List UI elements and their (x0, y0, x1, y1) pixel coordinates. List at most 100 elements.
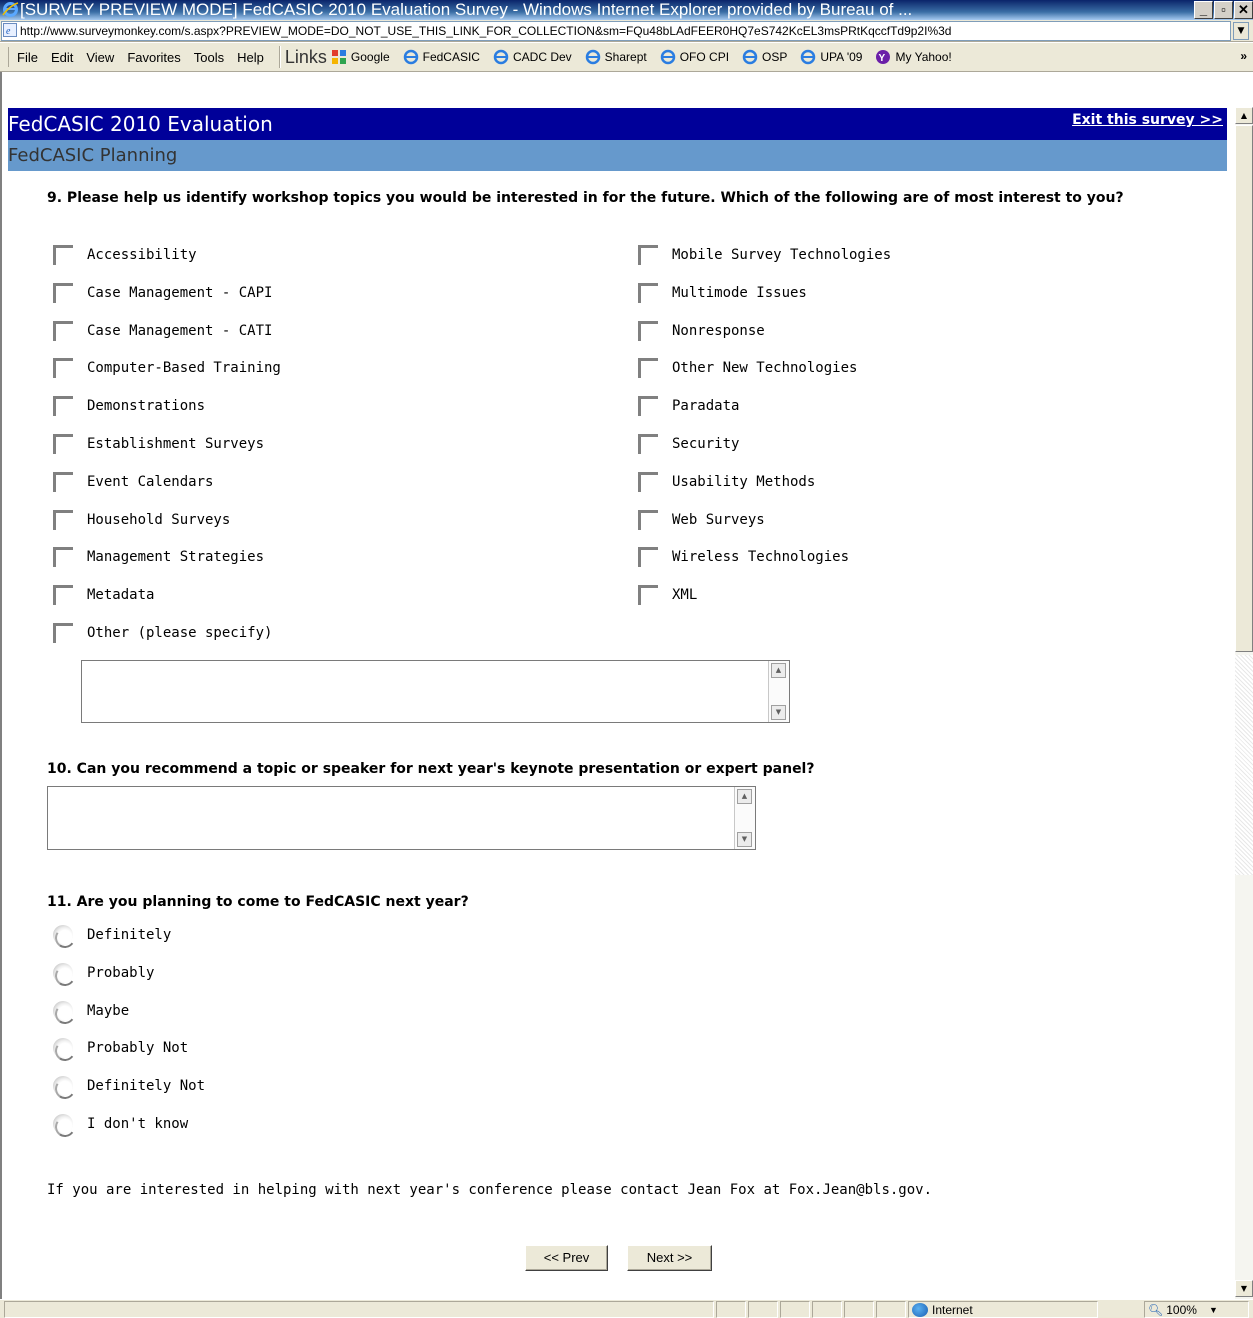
option-i-dont-know[interactable]: I don't know (53, 1112, 188, 1136)
toolbar-chevron-icon[interactable]: » (1240, 49, 1247, 63)
option-metadata[interactable]: Metadata (53, 583, 154, 607)
checkbox[interactable] (53, 320, 73, 342)
checkbox[interactable] (53, 433, 73, 455)
checkbox[interactable] (638, 320, 658, 342)
option-probably[interactable]: Probably (53, 961, 154, 985)
menu-help[interactable]: Help (237, 50, 264, 65)
next-button[interactable]: Next >> (627, 1245, 712, 1271)
menu-tools[interactable]: Tools (194, 50, 224, 65)
checkbox[interactable] (638, 357, 658, 379)
option-accessibility[interactable]: Accessibility (53, 243, 197, 267)
link-osp[interactable]: OSP (742, 49, 787, 65)
option-computer-based-training[interactable]: Computer-Based Training (53, 356, 281, 380)
scroll-up-arrow-icon[interactable]: ▲ (771, 663, 786, 678)
google-icon (331, 50, 346, 64)
toolbar-grip[interactable] (8, 47, 11, 67)
option-event-calendars[interactable]: Event Calendars (53, 470, 213, 494)
radio-button[interactable] (53, 1038, 73, 1058)
option-definitely-not[interactable]: Definitely Not (53, 1074, 205, 1098)
address-bar: e http://www.surveymonkey.com/s.aspx?PRE… (0, 20, 1253, 42)
keynote-recommendation-textarea[interactable]: ▲ ▼ (47, 786, 756, 850)
prev-button[interactable]: << Prev (525, 1245, 608, 1271)
menu-file[interactable]: File (17, 50, 38, 65)
textarea-scrollbar[interactable]: ▲ ▼ (768, 661, 789, 722)
ie-page-icon (493, 49, 509, 65)
option-other-please-specify[interactable]: Other (please specify) (53, 621, 272, 645)
menu-bar: File Edit View Favorites Tools Help Link… (0, 43, 1253, 72)
address-field[interactable]: e http://www.surveymonkey.com/s.aspx?PRE… (1, 21, 1231, 41)
menu-edit[interactable]: Edit (51, 50, 73, 65)
option-nonresponse[interactable]: Nonresponse (638, 319, 765, 343)
checkbox[interactable] (638, 546, 658, 568)
address-dropdown-arrow-icon[interactable]: ▼ (1233, 22, 1249, 40)
checkbox[interactable] (53, 622, 73, 644)
menu-view[interactable]: View (86, 50, 114, 65)
checkbox[interactable] (638, 433, 658, 455)
checkbox[interactable] (53, 509, 73, 531)
scrollbar-track[interactable] (1235, 655, 1253, 875)
checkbox[interactable] (53, 395, 73, 417)
option-mobile-survey-technologies[interactable]: Mobile Survey Technologies (638, 243, 891, 267)
option-paradata[interactable]: Paradata (638, 394, 739, 418)
scroll-up-arrow-icon[interactable]: ▲ (1235, 107, 1253, 124)
close-button[interactable]: ✕ (1234, 1, 1253, 19)
option-security[interactable]: Security (638, 432, 739, 456)
option-maybe[interactable]: Maybe (53, 999, 129, 1023)
link-sharept[interactable]: Sharept (585, 49, 647, 65)
checkbox[interactable] (638, 395, 658, 417)
option-web-surveys[interactable]: Web Surveys (638, 508, 765, 532)
option-multimode-issues[interactable]: Multimode Issues (638, 281, 807, 305)
option-case-management-capi[interactable]: Case Management - CAPI (53, 281, 272, 305)
checkbox[interactable] (53, 357, 73, 379)
radio-button[interactable] (53, 925, 73, 945)
link-cadc-dev[interactable]: CADC Dev (493, 49, 572, 65)
checkbox[interactable] (638, 471, 658, 493)
survey-title: FedCASIC 2010 Evaluation (8, 112, 273, 136)
option-probably-not[interactable]: Probably Not (53, 1036, 188, 1060)
textarea-scrollbar[interactable]: ▲ ▼ (734, 787, 755, 849)
checkbox[interactable] (53, 584, 73, 606)
scroll-down-arrow-icon[interactable]: ▼ (737, 832, 752, 847)
checkbox[interactable] (53, 471, 73, 493)
minimize-button[interactable]: _ (1194, 1, 1213, 19)
menu-favorites[interactable]: Favorites (127, 50, 180, 65)
option-household-surveys[interactable]: Household Surveys (53, 508, 230, 532)
checkbox[interactable] (638, 509, 658, 531)
zoom-level[interactable]: 🔍︎ 100% ▼ (1148, 1301, 1218, 1318)
svg-text:Y: Y (879, 53, 886, 64)
checkbox[interactable] (53, 282, 73, 304)
option-wireless-technologies[interactable]: Wireless Technologies (638, 545, 849, 569)
link-my-yahoo[interactable]: Y My Yahoo! (875, 49, 952, 65)
link-fedcasic[interactable]: FedCASIC (403, 49, 480, 65)
scroll-down-arrow-icon[interactable]: ▼ (1235, 1280, 1253, 1297)
scrollbar-thumb[interactable] (1235, 125, 1253, 652)
option-other-new-technologies[interactable]: Other New Technologies (638, 356, 857, 380)
chevron-down-icon[interactable]: ▼ (1209, 1305, 1218, 1315)
option-demonstrations[interactable]: Demonstrations (53, 394, 205, 418)
radio-button[interactable] (53, 1114, 73, 1134)
exit-survey-link[interactable]: Exit this survey >> (1072, 112, 1223, 128)
window-title-bar[interactable]: [SURVEY PREVIEW MODE] FedCASIC 2010 Eval… (0, 0, 1253, 20)
security-zone[interactable]: Internet (912, 1301, 973, 1318)
checkbox[interactable] (53, 244, 73, 266)
option-definitely[interactable]: Definitely (53, 923, 171, 947)
checkbox[interactable] (638, 282, 658, 304)
option-case-management-cati[interactable]: Case Management - CATI (53, 319, 272, 343)
other-specify-textarea[interactable]: ▲ ▼ (81, 660, 790, 723)
scroll-up-arrow-icon[interactable]: ▲ (737, 789, 752, 804)
radio-button[interactable] (53, 1001, 73, 1021)
option-xml[interactable]: XML (638, 583, 697, 607)
option-management-strategies[interactable]: Management Strategies (53, 545, 264, 569)
radio-button[interactable] (53, 1076, 73, 1096)
link-upa-09[interactable]: UPA '09 (800, 49, 862, 65)
link-ofo-cpi[interactable]: OFO CPI (660, 49, 729, 65)
link-google[interactable]: Google (331, 49, 390, 65)
checkbox[interactable] (53, 546, 73, 568)
radio-button[interactable] (53, 963, 73, 983)
scroll-down-arrow-icon[interactable]: ▼ (771, 705, 786, 720)
checkbox[interactable] (638, 244, 658, 266)
option-usability-methods[interactable]: Usability Methods (638, 470, 815, 494)
checkbox[interactable] (638, 584, 658, 606)
option-establishment-surveys[interactable]: Establishment Surveys (53, 432, 264, 456)
restore-button[interactable]: ▫ (1214, 1, 1233, 19)
